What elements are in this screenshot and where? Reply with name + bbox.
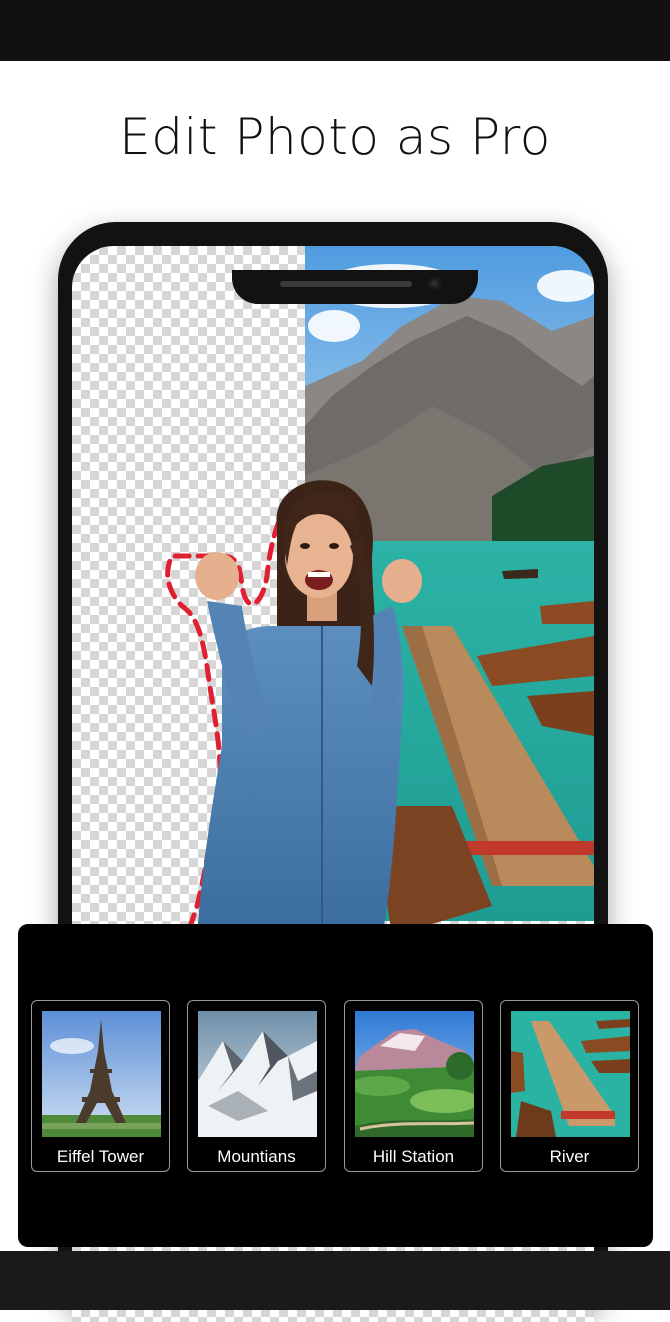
speaker-grille [280, 281, 412, 287]
category-card-hill-station[interactable]: Hill Station [344, 1000, 483, 1172]
category-label: Mountians [217, 1147, 296, 1166]
category-label: Hill Station [372, 1147, 455, 1166]
phone-notch [232, 270, 478, 304]
category-label: Eiffel Tower [56, 1147, 145, 1166]
category-card-river[interactable]: River [500, 1000, 639, 1172]
page-title: Edit Photo as Pro [119, 108, 551, 166]
category-label: River [549, 1147, 590, 1166]
snow-mountains-thumbnail [198, 1011, 317, 1137]
hill-station-thumbnail [355, 1011, 474, 1137]
background-category-panel: Eiffel Tower Mountians Hill Station Rive… [18, 924, 653, 1247]
front-camera-icon [428, 277, 441, 290]
category-card-mountians[interactable]: Mountians [187, 1000, 326, 1172]
eiffel-tower-thumbnail [42, 1011, 161, 1137]
category-card-eiffel-tower[interactable]: Eiffel Tower [31, 1000, 170, 1172]
river-pier-thumbnail [511, 1011, 630, 1137]
navigation-bar [0, 1251, 670, 1310]
status-bar [0, 0, 670, 61]
